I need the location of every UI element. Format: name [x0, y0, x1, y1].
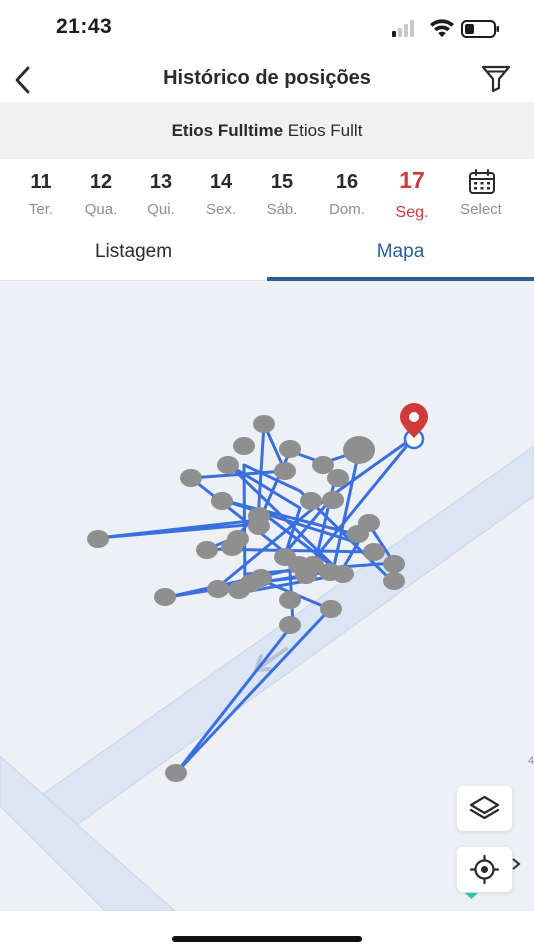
map-canvas[interactable] — [0, 281, 534, 911]
locate-button[interactable] — [457, 847, 512, 892]
day-number: 15 — [270, 171, 294, 193]
day-name: Qui. — [147, 201, 175, 218]
layers-button[interactable] — [457, 786, 512, 831]
tab-mapa-label: Mapa — [376, 241, 425, 262]
crosshair-icon — [469, 854, 500, 885]
bottom-safe-area — [0, 911, 534, 950]
view-tabs: Listagem Mapa — [0, 229, 534, 281]
day-item[interactable]: 16 Dom. — [317, 159, 377, 229]
map-view[interactable]: 4 — [0, 281, 534, 911]
vehicle-name-bold: Etios Fulltime — [171, 121, 284, 140]
wifi-icon — [430, 19, 454, 38]
day-name: Seg. — [395, 204, 429, 221]
page-title: Histórico de posições — [163, 67, 371, 89]
select-date-button[interactable]: Select — [451, 159, 511, 229]
calendar-icon — [469, 169, 495, 194]
day-name: Dom. — [329, 201, 365, 218]
day-item[interactable]: 14 Sex. — [191, 159, 251, 229]
filter-icon — [481, 65, 511, 93]
day-number: 16 — [335, 171, 359, 193]
day-item-selected[interactable]: 17 Seg. — [382, 159, 442, 229]
select-label: Select — [460, 201, 502, 218]
day-name: Ter. — [28, 201, 54, 218]
nav-bar: Histórico de posições — [0, 56, 534, 102]
home-indicator[interactable] — [172, 936, 362, 942]
day-number: 14 — [209, 171, 233, 193]
status-icons — [392, 18, 500, 40]
battery-icon — [461, 20, 499, 38]
tab-mapa[interactable]: Mapa — [267, 229, 534, 281]
day-name: Qua. — [84, 201, 118, 218]
day-number: 13 — [149, 171, 173, 193]
day-number: 17 — [399, 167, 425, 193]
day-number: 11 — [30, 171, 52, 193]
day-item[interactable]: 11 Ter. — [11, 159, 71, 229]
filter-button[interactable] — [480, 62, 512, 94]
day-name: Sex. — [205, 201, 236, 218]
day-number: 12 — [89, 171, 113, 193]
day-item[interactable]: 13 Qui. — [131, 159, 191, 229]
day-item[interactable]: 12 Qua. — [71, 159, 131, 229]
status-time: 21:43 — [56, 15, 113, 38]
status-bar: 21:43 — [0, 0, 534, 56]
day-selector: 11 Ter. 12 Qua. 13 Qui. 14 Sex. 15 Sáb. … — [0, 159, 534, 229]
day-name: Sáb. — [266, 201, 298, 218]
tab-listagem[interactable]: Listagem — [0, 229, 267, 281]
cellular-signal-icon — [392, 20, 414, 37]
day-item[interactable]: 15 Sáb. — [252, 159, 312, 229]
map-pin-icon[interactable] — [400, 403, 428, 450]
map-edge-label: 4 — [527, 755, 534, 767]
vehicle-bar[interactable]: Etios Fulltime Etios Fullt — [0, 102, 534, 159]
vehicle-name: Etios Fullt — [287, 121, 363, 140]
layers-icon — [469, 795, 500, 820]
